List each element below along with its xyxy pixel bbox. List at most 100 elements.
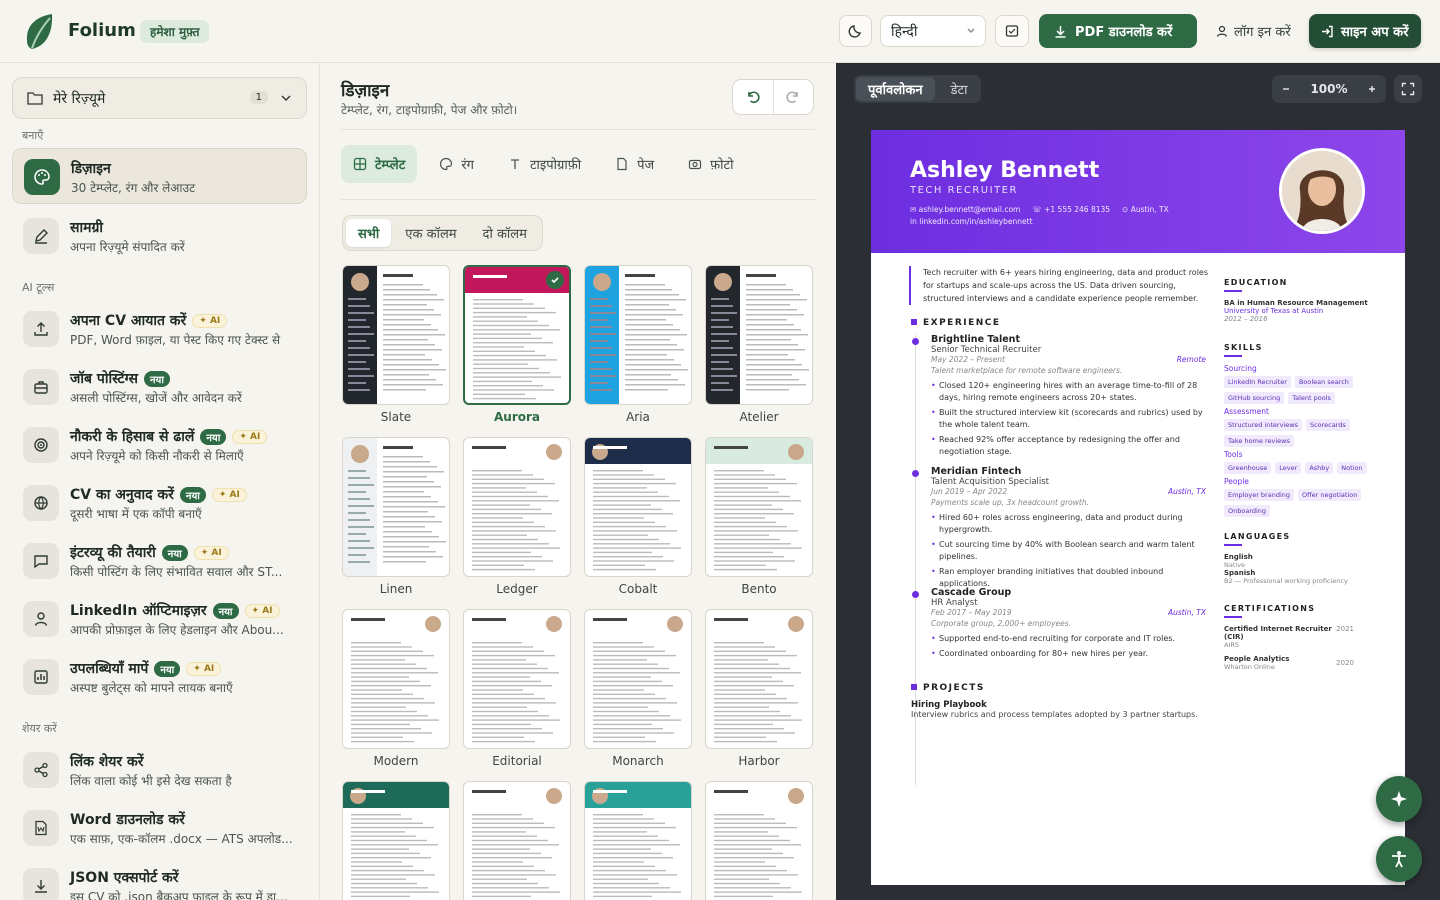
tailor-title: नौकरी के हिसाब से ढालें — [70, 429, 195, 445]
linkedin-title: LinkedIn ऑप्टिमाइज़र — [70, 603, 207, 619]
template-card[interactable] — [584, 609, 692, 749]
language-select[interactable]: हिन्दी — [880, 15, 986, 47]
template-name: Monarch — [612, 754, 664, 768]
tab-data[interactable]: डेटा — [939, 77, 980, 101]
new-badge: नया — [154, 660, 181, 677]
sidebar-item-job-postings[interactable]: जॉब पोस्टिंग्स नया असली पोस्टिंग्स, खोजें… — [12, 359, 307, 415]
template-card[interactable] — [705, 437, 813, 577]
json-export-subtitle: इस CV को .json बैकअप फ़ाइल के रूप में डा… — [70, 890, 288, 900]
content-title: सामग्री — [70, 220, 103, 236]
sidebar-item-word-download[interactable]: Word डाउनलोड करें एक साफ़, एक-कॉलम .docx… — [12, 800, 307, 856]
sidebar-item-interview-prep[interactable]: इंटरव्यू की तैयारी नया ✦ AI किसी पोस्टिंग … — [12, 533, 307, 589]
template-card[interactable] — [463, 781, 571, 900]
language-value: हिन्दी — [891, 24, 918, 40]
template-card[interactable] — [705, 781, 813, 900]
template-name: Linen — [379, 582, 413, 596]
template-card[interactable] — [705, 265, 813, 405]
resume-location: ⊙ Austin, TX — [1122, 205, 1169, 214]
ai-assistant-button[interactable] — [1376, 776, 1422, 822]
section-share-label: शेयर करें — [22, 722, 57, 735]
interview-prep-subtitle: किसी पोस्टिंग के लिए संभावित सवाल और ST.… — [70, 565, 283, 579]
sidebar-item-content[interactable]: सामग्री अपना रिज़्यूमे संपादित करें — [12, 208, 307, 264]
tab-typography[interactable]: टाइपोग्राफ़ी — [496, 145, 593, 183]
ai-badge: ✦ AI — [232, 429, 268, 444]
sidebar-item-json-export[interactable]: JSON एक्सपोर्ट करें इस CV को .json बैकअप… — [12, 858, 307, 900]
moon-icon — [848, 25, 861, 38]
template-card[interactable] — [584, 781, 692, 900]
tab-preview[interactable]: पूर्वावलोकन — [856, 77, 935, 101]
projects-heading: PROJECTS — [911, 683, 985, 693]
tab-templates[interactable]: टेम्प्लेट — [341, 145, 418, 183]
accessibility-button[interactable] — [1376, 836, 1422, 882]
theme-toggle-button[interactable] — [839, 15, 872, 47]
filter-two-column[interactable]: दो कॉलम — [471, 219, 539, 247]
template-card[interactable] — [463, 265, 571, 405]
import-cv-title: अपना CV आयात करें — [70, 313, 187, 329]
user-icon — [34, 612, 48, 626]
my-resumes-dropdown[interactable]: मेरे रिज़्यूमे 1 — [12, 77, 307, 119]
certifications-section: CERTIFICATIONS Certified Internet Recrui… — [1224, 604, 1354, 671]
template-card[interactable] — [463, 609, 571, 749]
redo-button[interactable] — [772, 80, 814, 114]
accessibility-icon — [1392, 851, 1406, 868]
tab-colors[interactable]: रंग — [427, 145, 486, 183]
sidebar-item-import-cv[interactable]: अपना CV आयात करें ✦ AI PDF, Word फ़ाइल, य… — [12, 301, 307, 357]
download-pdf-label: PDF डाउनलोड करें — [1075, 25, 1173, 40]
camera-icon — [689, 159, 702, 170]
filter-all[interactable]: सभी — [346, 219, 392, 247]
resume-header: Ashley Bennett TECH RECRUITER ✉ ashley.b… — [871, 130, 1405, 253]
download-pdf-button[interactable]: PDF डाउनलोड करें — [1039, 14, 1197, 48]
content-subtitle: अपना रिज़्यूमे संपादित करें — [70, 240, 185, 254]
undo-button[interactable] — [733, 80, 773, 114]
template-card[interactable] — [705, 609, 813, 749]
sidebar-item-share-link[interactable]: लिंक शेयर करें लिंक वाला कोई भी इसे देख … — [12, 742, 307, 798]
education-section: EDUCATION BA in Human Resource Managemen… — [1224, 278, 1368, 323]
template-card[interactable] — [584, 437, 692, 577]
resume-role: TECH RECRUITER — [910, 185, 1018, 196]
skills-section: SKILLS Sourcing LinkedIn Recruiter Boolea… — [1224, 343, 1384, 520]
redo-icon — [786, 91, 799, 104]
template-card[interactable] — [342, 437, 450, 577]
filter-one-column[interactable]: एक कॉलम — [393, 219, 468, 247]
layout-filter: सभी एक कॉलम दो कॉलम — [342, 215, 543, 251]
zoom-out-button[interactable] — [1272, 75, 1300, 103]
sidebar-item-translate[interactable]: CV का अनुवाद करें नया ✦ AI दूसरी भाषा में … — [12, 475, 307, 531]
tab-page[interactable]: पेज — [603, 145, 666, 183]
fullscreen-button[interactable] — [1394, 75, 1422, 103]
job-postings-subtitle: असली पोस्टिंग्स, खोजें और आवेदन करें — [70, 391, 242, 405]
zoom-in-button[interactable] — [1358, 75, 1386, 103]
ai-badge: ✦ AI — [192, 313, 228, 328]
sidebar-item-design[interactable]: डिज़ाइन 30 टेम्प्लेट, रंग और लेआउट — [12, 148, 307, 204]
folium-leaf-logo[interactable] — [24, 13, 54, 50]
share-link-title: लिंक शेयर करें — [70, 754, 144, 770]
login-label: लॉग इन करें — [1234, 25, 1291, 40]
sidebar-item-tailor[interactable]: नौकरी के हिसाब से ढालें नया ✦ AI अपने रिज़… — [12, 417, 307, 473]
resume-linkedin: in linkedin.com/in/ashleybennett — [910, 217, 1033, 226]
zoom-control: 100% — [1272, 75, 1386, 103]
template-card[interactable] — [342, 265, 450, 405]
pencil-icon — [35, 229, 48, 244]
resume-page: Ashley Bennett TECH RECRUITER ✉ ashley.b… — [871, 130, 1405, 885]
template-name: Aria — [626, 410, 650, 424]
sidebar-item-linkedin[interactable]: LinkedIn ऑप्टिमाइज़र नया ✦ AI आपकी प्रोफ़ा… — [12, 591, 307, 647]
tab-photo[interactable]: फ़ोटो — [676, 145, 745, 183]
brand-name: Folium — [68, 20, 136, 41]
globe-icon — [34, 496, 48, 510]
download-icon — [35, 880, 47, 893]
new-badge: नया — [212, 602, 239, 619]
ai-badge: ✦ AI — [186, 661, 222, 676]
sidebar: मेरे रिज़्यूमे 1 बनाएँ डिज़ाइन 30 टेम्प्… — [0, 63, 320, 900]
template-card[interactable] — [463, 437, 571, 577]
save-button[interactable] — [995, 15, 1029, 47]
template-card[interactable] — [342, 609, 450, 749]
signup-button[interactable]: साइन अप करें — [1309, 14, 1421, 48]
login-button[interactable]: लॉग इन करें — [1216, 22, 1291, 40]
tab-colors-label: रंग — [461, 158, 474, 173]
template-card[interactable] — [584, 265, 692, 405]
tab-typography-label: टाइपोग्राफ़ी — [529, 158, 582, 173]
tab-photo-label: फ़ोटो — [710, 158, 734, 173]
template-name: Slate — [380, 410, 412, 424]
sidebar-item-quantify[interactable]: उपलब्धियाँ मापें नया ✦ AI अस्पष्ट बुलेट्स … — [12, 649, 307, 705]
job-entry: Cascade Group HR Analyst Austin, TX Feb 2… — [931, 587, 1206, 660]
template-card[interactable] — [342, 781, 450, 900]
